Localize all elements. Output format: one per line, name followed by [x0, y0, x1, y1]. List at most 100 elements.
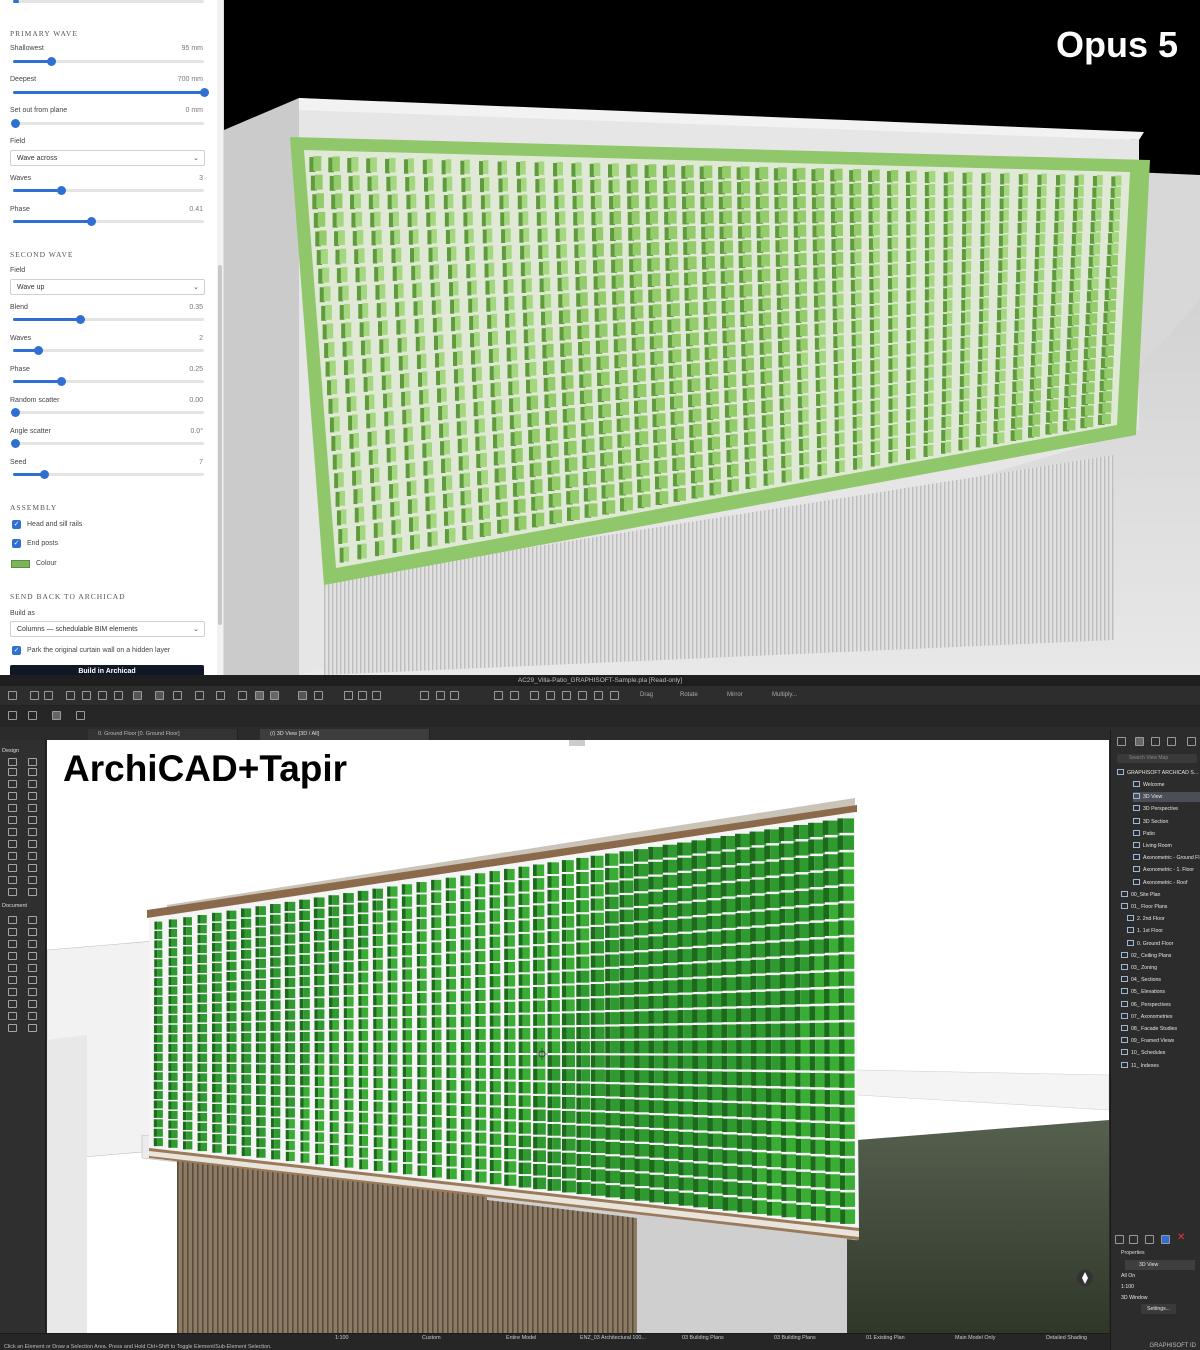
navigator-item[interactable]: 08_ Facade Studies	[1121, 1024, 1200, 1034]
view-map-icon[interactable]	[1135, 737, 1144, 746]
tool-icon[interactable]	[28, 780, 37, 788]
status-layers-1[interactable]: 03 Building Plans	[682, 1335, 724, 1341]
layer-icon[interactable]	[173, 691, 182, 700]
tab-list-icon[interactable]	[52, 711, 61, 720]
home-icon[interactable]	[8, 691, 17, 700]
tool-icon[interactable]	[28, 916, 37, 924]
navigator-item[interactable]: 0. Ground Floor	[1127, 939, 1200, 949]
status-pen[interactable]: ENZ_03 Architectural 100...	[580, 1335, 646, 1341]
graphisoft-id-link[interactable]: GRAPHISOFT ID	[1149, 1343, 1196, 1349]
tool-icon[interactable]	[28, 804, 37, 812]
angle-scatter-slider[interactable]	[11, 439, 204, 448]
layout-icon[interactable]	[8, 711, 17, 720]
tool-icon[interactable]	[8, 1024, 17, 1032]
teamwork-icon[interactable]	[610, 691, 619, 700]
tool-icon[interactable]	[28, 988, 37, 996]
phase-slider[interactable]	[13, 217, 204, 226]
navigator-item[interactable]: 10_ Schedules	[1121, 1048, 1200, 1058]
end-posts-checkbox[interactable]: ✓	[12, 539, 21, 548]
property-view-name[interactable]: 3D View	[1125, 1260, 1195, 1270]
tool-icon[interactable]	[8, 988, 17, 996]
navigator-item[interactable]: Patio	[1133, 829, 1200, 839]
view-icon[interactable]	[255, 691, 264, 700]
grid-icon[interactable]	[195, 691, 204, 700]
undo-icon[interactable]	[30, 691, 39, 700]
navigator-item[interactable]: 3D View	[1133, 792, 1200, 803]
tool-icon[interactable]	[28, 792, 37, 800]
tool-icon[interactable]	[28, 758, 37, 766]
seed-slider[interactable]	[13, 470, 204, 479]
status-model-only[interactable]: Main Model Only	[955, 1335, 995, 1341]
tool-icon[interactable]	[28, 940, 37, 948]
suspend-icon[interactable]	[510, 691, 519, 700]
status-custom[interactable]: Custom	[422, 1335, 441, 1341]
random-scatter-slider[interactable]	[11, 408, 204, 417]
tool-icon[interactable]	[28, 840, 37, 848]
tool-icon[interactable]	[8, 768, 17, 776]
tool-icon[interactable]	[8, 758, 17, 766]
navigator-item[interactable]: Axonometric - Roof	[1133, 878, 1200, 888]
navigator-item[interactable]: 04_ Sections	[1121, 975, 1200, 985]
slider-knob[interactable]	[200, 88, 209, 97]
tool-icon[interactable]	[8, 952, 17, 960]
tool-icon[interactable]	[8, 804, 17, 812]
tool-icon[interactable]	[8, 864, 17, 872]
slider-knob[interactable]	[56, 377, 66, 386]
marquee-icon[interactable]	[155, 691, 164, 700]
second-field-select[interactable]: Wave up ⌄	[10, 279, 205, 295]
status-existing[interactable]: 01 Existing Plan	[866, 1335, 905, 1341]
navigator-item[interactable]: 11_ Indexes	[1121, 1061, 1200, 1071]
property-scale[interactable]: 1:100	[1121, 1282, 1134, 1292]
field-select[interactable]: Wave across ⌄	[10, 150, 205, 166]
guide-icon[interactable]	[238, 691, 247, 700]
folder-icon[interactable]	[1145, 1235, 1154, 1244]
pick-icon[interactable]	[98, 691, 107, 700]
head-sill-checkbox[interactable]: ✓	[12, 520, 21, 529]
layout-book-icon[interactable]	[1151, 737, 1160, 746]
multiply-label[interactable]: Multiply...	[772, 692, 797, 698]
tool-icon[interactable]	[28, 964, 37, 972]
tool-icon[interactable]	[8, 816, 17, 824]
open-icon[interactable]	[66, 691, 75, 700]
shallowest-slider[interactable]	[13, 57, 204, 66]
snap-icon[interactable]	[216, 691, 225, 700]
drag-label[interactable]: Drag	[640, 692, 653, 698]
navigator-search[interactable]: Search View Map	[1117, 754, 1197, 763]
offset-icon[interactable]	[420, 691, 429, 700]
project-map-icon[interactable]	[1117, 737, 1126, 746]
park-checkbox[interactable]: ✓	[12, 646, 21, 655]
tool-icon[interactable]	[28, 1000, 37, 1008]
settings-button[interactable]: Settings...	[1141, 1304, 1177, 1314]
compare-icon[interactable]	[594, 691, 603, 700]
arrow-tool-icon[interactable]	[133, 691, 142, 700]
tool-icon[interactable]	[8, 840, 17, 848]
tool-icon[interactable]	[8, 976, 17, 984]
sidebar-scroll-thumb[interactable]	[218, 265, 222, 625]
navigator-item[interactable]: Axonometric - Ground Fl...	[1133, 853, 1200, 863]
magic-wand-icon[interactable]	[344, 691, 353, 700]
second-phase-slider[interactable]	[13, 377, 204, 386]
slider-knob[interactable]	[11, 439, 20, 448]
settings-view-icon[interactable]	[1161, 1235, 1170, 1244]
tool-icon[interactable]	[8, 916, 17, 924]
build-as-select[interactable]: Columns — schedulable BIM elements ⌄	[10, 621, 205, 637]
mirror-label[interactable]: Mirror	[727, 692, 743, 698]
navigator-item[interactable]: Welcome	[1133, 780, 1200, 790]
trace-icon[interactable]	[578, 691, 587, 700]
slider-knob[interactable]	[75, 315, 85, 324]
publisher-icon[interactable]	[1167, 737, 1176, 746]
tool-icon[interactable]	[28, 876, 37, 884]
tool-icon[interactable]	[8, 964, 17, 972]
tool-icon[interactable]	[8, 940, 17, 948]
navigator-item[interactable]: 02_ Ceiling Plans	[1121, 951, 1200, 961]
navigator-item[interactable]: Axonometric - 1. Floor	[1133, 865, 1200, 875]
clone-icon[interactable]	[1129, 1235, 1138, 1244]
status-scale[interactable]: 1:100	[335, 1335, 349, 1341]
menu-icon[interactable]	[1187, 737, 1196, 746]
navigator-item[interactable]: 1. 1st Floor	[1127, 926, 1200, 936]
tab-3d-view[interactable]: (/) 3D View [3D / All]	[260, 729, 430, 740]
navigator-item[interactable]: 07_ Axonometries	[1121, 1012, 1200, 1022]
fillet-icon[interactable]	[436, 691, 445, 700]
status-model[interactable]: Entire Model	[506, 1335, 536, 1341]
group-icon[interactable]	[494, 691, 503, 700]
